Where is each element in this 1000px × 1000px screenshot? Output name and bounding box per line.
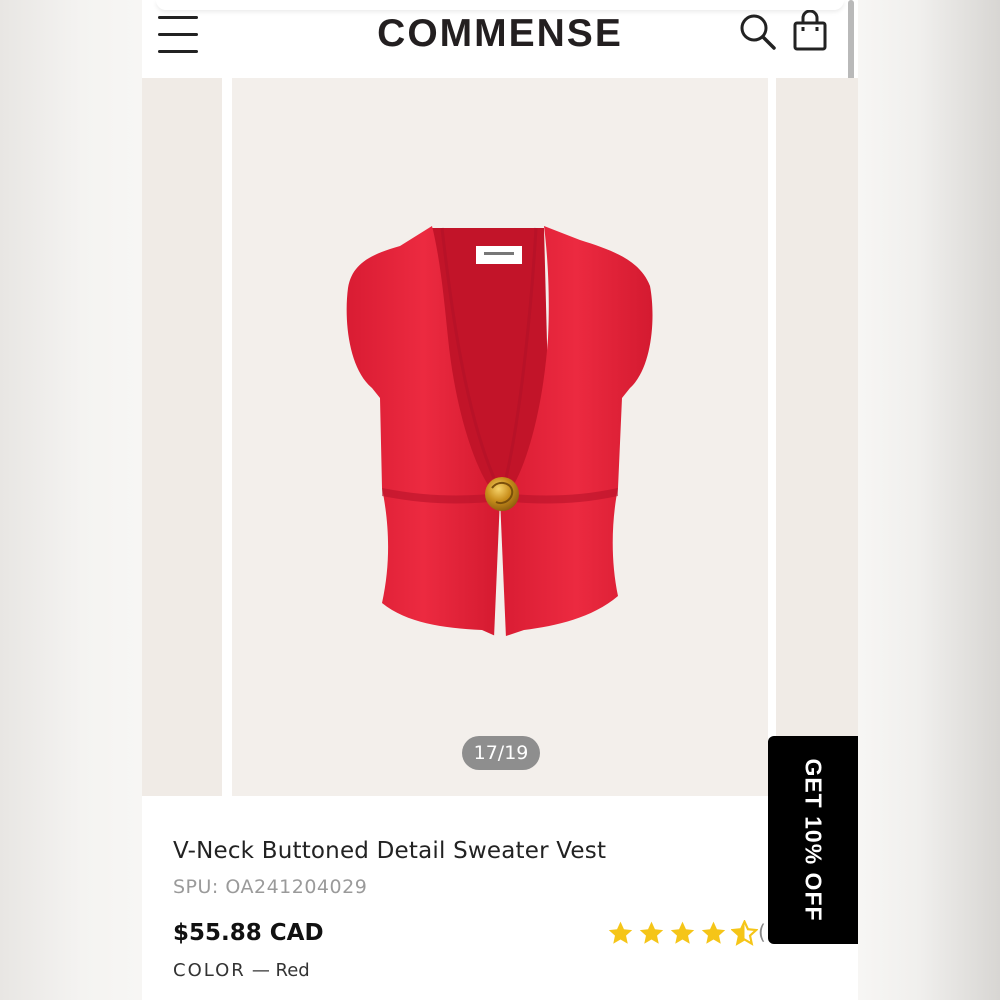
product-spu: SPU: OA241204029 [173,876,368,898]
color-value: — Red [251,960,310,981]
rating-count-open-paren[interactable]: ( [758,920,766,944]
product-price: $55.88 CAD [173,920,324,946]
product-title: V-Neck Buttoned Detail Sweater Vest [173,838,607,864]
product-info-panel: V-Neck Buttoned Detail Sweater Vest SPU:… [142,796,858,1000]
site-header: COMMENSE [142,0,858,186]
color-selection-label: COLOR — Red [173,960,310,981]
product-image-carousel[interactable]: 17/19 [142,78,858,796]
rating-stars[interactable] [607,920,758,946]
product-image-red-vest [346,226,653,638]
next-slide-peek[interactable] [776,78,858,796]
shopping-bag-icon[interactable] [792,9,828,52]
star-half-icon [731,920,758,946]
product-image-slide[interactable]: 17/19 [232,78,768,796]
promo-label: GET 10% OFF [800,758,827,922]
star-full-icon [608,921,633,944]
star-full-icon [670,921,695,944]
mobile-page: COMMENSE 17/19 V-Neck Buttoned Detail Sw… [142,0,858,1000]
image-counter-badge: 17/19 [462,736,540,770]
star-full-icon [701,921,726,944]
star-full-icon [639,921,664,944]
previous-slide-peek[interactable] [142,78,222,796]
discount-promo-tab[interactable]: GET 10% OFF [768,736,858,944]
color-label: COLOR [173,960,246,981]
search-icon[interactable] [738,12,778,52]
header-top-edge [156,0,844,10]
